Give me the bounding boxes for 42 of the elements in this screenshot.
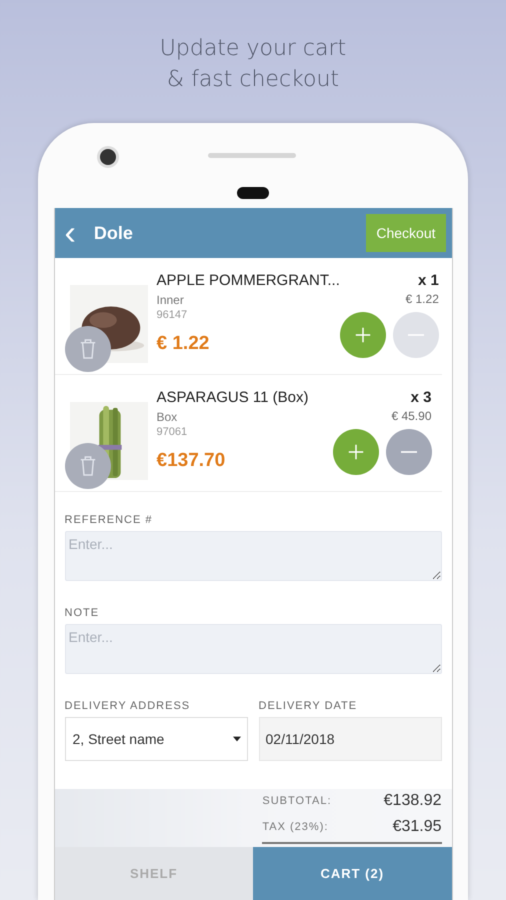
camera-icon <box>100 149 116 165</box>
headline: Update your cart & fast checkout <box>160 35 346 94</box>
decrease-button[interactable] <box>386 429 432 475</box>
trash-icon <box>78 455 96 477</box>
field-label: REFERENCE # <box>64 514 154 526</box>
plus-icon <box>346 443 364 461</box>
line-total: €137.70 <box>156 450 226 472</box>
checkout-button[interactable]: Checkout <box>366 214 446 252</box>
product-code: 96147 <box>156 309 188 321</box>
quantity: x 1 <box>418 272 439 289</box>
product-code: 97061 <box>156 426 188 438</box>
plus-icon <box>354 326 372 344</box>
tab[interactable]: CART (2) <box>253 847 452 900</box>
note-field[interactable]: Enter... <box>64 624 442 674</box>
product-name: APPLE POMMERGRANT... <box>156 272 340 289</box>
product-unit: Inner <box>156 293 185 307</box>
reference-field[interactable]: Enter... <box>64 531 442 581</box>
tab[interactable]: SHELF <box>54 847 253 900</box>
delete-button[interactable] <box>64 326 110 372</box>
screen-title: Dole <box>94 222 134 244</box>
trash-icon <box>78 338 96 360</box>
line-total: € 1.22 <box>156 333 210 355</box>
sensor-icon <box>237 187 269 199</box>
field-label: DELIVERY DATE <box>258 700 358 712</box>
field-label: DELIVERY ADDRESS <box>64 700 192 712</box>
caret-icon <box>232 736 240 742</box>
minus-icon <box>400 451 416 453</box>
back-button[interactable]: ‹ <box>64 218 76 248</box>
summary-value: €138.92 <box>382 792 442 810</box>
unit-price: € 1.22 <box>406 292 439 306</box>
product-name: ASPARAGUS 11 (Box) <box>156 389 310 406</box>
increase-button[interactable] <box>332 429 378 475</box>
increase-button[interactable] <box>340 312 386 358</box>
product-unit: Box <box>156 410 178 424</box>
date-field[interactable]: 02/11/2018 <box>258 717 442 761</box>
field-label: NOTE <box>64 607 100 619</box>
summary-value: €31.95 <box>392 818 442 836</box>
summary-label: TAX (23%): <box>262 821 330 833</box>
summary-label: SUBTOTAL: <box>262 795 332 807</box>
unit-price: € 45.90 <box>391 409 432 423</box>
quantity: x 3 <box>410 389 432 406</box>
address-dropdown[interactable]: 2, Street name <box>64 717 248 761</box>
